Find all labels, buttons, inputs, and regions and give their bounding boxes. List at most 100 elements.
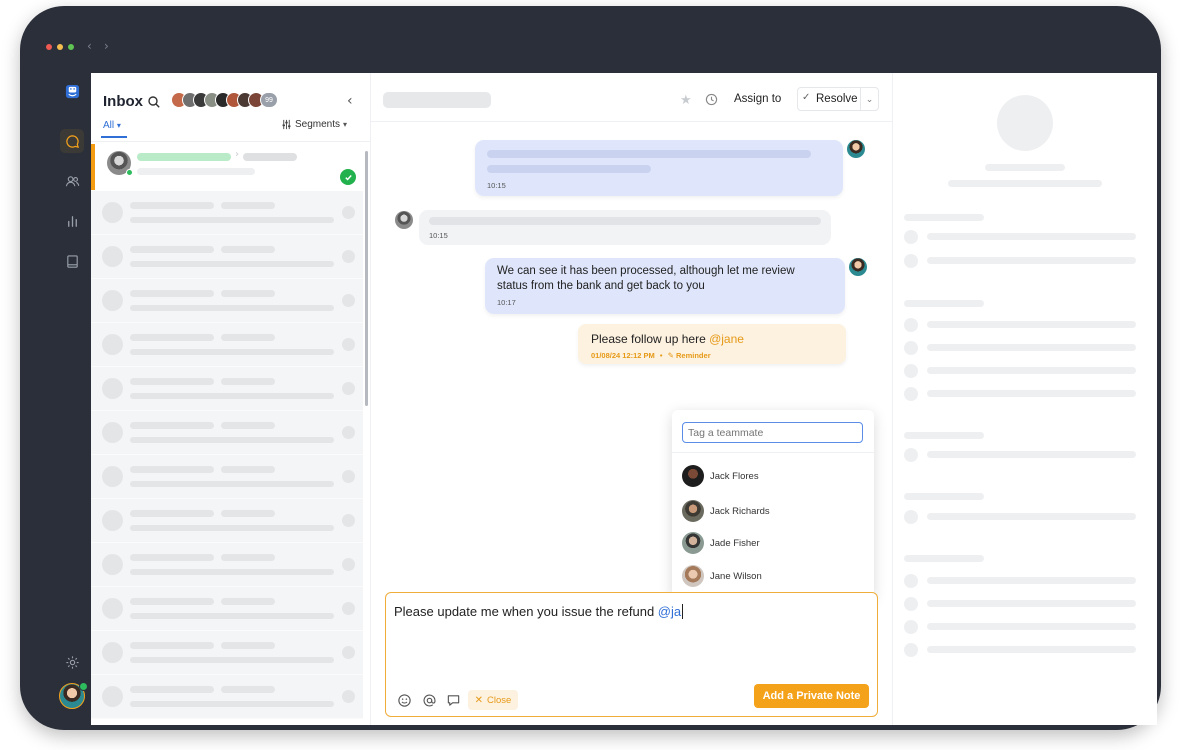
segments-dropdown[interactable]: Segments ▾ xyxy=(281,119,347,130)
skeleton-line xyxy=(948,180,1102,187)
teammate-option[interactable]: Jane Wilson xyxy=(682,564,762,588)
mention-popup: Jack Flores Jack Richards Jade Fisher Ja… xyxy=(672,410,874,599)
skeleton-line xyxy=(927,390,1136,397)
app-logo[interactable] xyxy=(60,79,84,103)
reminder-label[interactable]: Reminder xyxy=(676,351,711,360)
skeleton-dot xyxy=(904,387,918,401)
note-mention[interactable]: @jane xyxy=(709,332,744,346)
skeleton-section-title xyxy=(904,432,984,439)
maximize-window-dot[interactable] xyxy=(68,44,74,50)
conversation-row[interactable] xyxy=(91,587,363,631)
rail-item-reports[interactable] xyxy=(60,209,84,233)
clock-icon[interactable] xyxy=(705,93,718,106)
conversation-row[interactable] xyxy=(91,455,363,499)
skeleton-line xyxy=(927,233,1136,240)
conversation-row[interactable] xyxy=(91,499,363,543)
teammate-avatar xyxy=(682,465,704,487)
add-private-note-button[interactable]: Add a Private Note xyxy=(754,684,869,708)
message-text: status from the bank and get back to you xyxy=(497,280,705,292)
conversation-row[interactable] xyxy=(91,675,363,719)
teammate-name: Jade Fisher xyxy=(710,537,760,549)
resolved-check-icon xyxy=(340,169,356,185)
assign-to-button[interactable]: Assign to xyxy=(734,93,781,105)
conversation-row[interactable] xyxy=(91,191,363,235)
conversation-row[interactable] xyxy=(91,631,363,675)
collapse-panel-icon[interactable]: ‹ xyxy=(347,93,353,109)
skeleton-line xyxy=(927,513,1136,520)
users-icon xyxy=(65,175,79,186)
chevron-down-icon[interactable]: ⌄ xyxy=(860,88,878,110)
resolve-button[interactable]: ✓ Resolve ⌄ xyxy=(797,87,879,111)
skeleton-line xyxy=(927,321,1136,328)
skeleton-contact-name xyxy=(383,92,491,108)
skeleton-dot xyxy=(904,574,918,588)
device-frame: ‹ › Inbox 99 ‹ All ▾ Segments ▾ › ★ Assi… xyxy=(20,6,1161,730)
rail-item-settings[interactable] xyxy=(60,650,84,674)
skeleton-text xyxy=(429,217,821,225)
teammate-avatar xyxy=(682,565,704,587)
skeleton-channel xyxy=(243,153,297,161)
sliders-icon xyxy=(282,119,291,130)
mention-icon[interactable] xyxy=(422,693,437,708)
note-text: Please follow up here @jane xyxy=(591,332,744,346)
rail-item-contacts[interactable] xyxy=(60,169,84,193)
rail-item-chat[interactable] xyxy=(60,129,84,153)
star-icon[interactable]: ★ xyxy=(680,92,692,108)
teammate-option[interactable]: Jack Flores xyxy=(682,464,759,488)
agent-avatar xyxy=(849,258,867,276)
team-avatars[interactable]: 99 xyxy=(171,92,278,110)
message-composer[interactable]: Please update me when you issue the refu… xyxy=(385,592,878,717)
message-time: 10:15 xyxy=(429,231,448,240)
minimize-window-dot[interactable] xyxy=(57,44,63,50)
skeleton-line xyxy=(927,577,1136,584)
app-screen: Inbox 99 ‹ All ▾ Segments ▾ › ★ Assign t… xyxy=(53,73,1157,725)
conversation-row[interactable] xyxy=(91,235,363,279)
nav-rail xyxy=(53,73,91,725)
skeleton-line xyxy=(927,257,1136,264)
conversation-row[interactable] xyxy=(91,411,363,455)
skeleton-text xyxy=(487,165,651,173)
close-label: Close xyxy=(487,694,512,706)
contact-avatar xyxy=(395,211,413,229)
emoji-icon[interactable] xyxy=(397,693,412,708)
skeleton-dot xyxy=(904,597,918,611)
message-text: We can see it has been processed, althou… xyxy=(497,265,795,277)
tag-teammate-input[interactable] xyxy=(682,422,863,443)
book-icon xyxy=(66,254,78,268)
skeleton-line xyxy=(927,600,1136,607)
close-icon: ✕ xyxy=(474,694,484,706)
divider xyxy=(371,121,892,122)
scrollbar[interactable] xyxy=(365,151,368,406)
teammate-option[interactable]: Jade Fisher xyxy=(682,531,760,555)
teammate-name: Jack Flores xyxy=(710,470,759,482)
divider xyxy=(91,141,371,142)
forward-arrow-icon[interactable]: › xyxy=(104,39,109,53)
search-icon[interactable] xyxy=(147,95,161,109)
note-meta: 01/08/24 12:12 PM • ✎ Reminder xyxy=(591,351,711,360)
private-note: Please follow up here @jane 01/08/24 12:… xyxy=(578,324,846,364)
skeleton-text xyxy=(487,150,811,158)
conversation-row[interactable] xyxy=(91,323,363,367)
conversation-row[interactable] xyxy=(91,279,363,323)
check-icon: ✓ xyxy=(802,92,811,103)
back-arrow-icon[interactable]: ‹ xyxy=(87,39,92,53)
message-icon[interactable] xyxy=(446,693,461,708)
skeleton-dot xyxy=(904,643,918,657)
chevron-down-icon: ▾ xyxy=(343,120,348,129)
close-window-dot[interactable] xyxy=(46,44,52,50)
more-avatars-badge[interactable]: 99 xyxy=(260,92,278,108)
conversation-row[interactable] xyxy=(91,543,363,587)
gear-icon xyxy=(65,655,79,669)
conversation-row[interactable] xyxy=(91,367,363,411)
composer-text[interactable]: Please update me when you issue the refu… xyxy=(394,604,684,619)
skeleton-dot xyxy=(904,510,918,524)
text-cursor xyxy=(682,604,684,619)
active-tab-underline xyxy=(101,136,127,138)
close-note-button[interactable]: ✕ Close xyxy=(468,690,518,710)
filter-all-tab[interactable]: All ▾ xyxy=(103,120,121,131)
skeleton-dot xyxy=(904,318,918,332)
teammate-option[interactable]: Jack Richards xyxy=(682,499,770,523)
composer-mention: @ja xyxy=(657,604,682,619)
rail-item-knowledge[interactable] xyxy=(60,249,84,273)
conversation-row-active[interactable]: › xyxy=(91,144,363,190)
